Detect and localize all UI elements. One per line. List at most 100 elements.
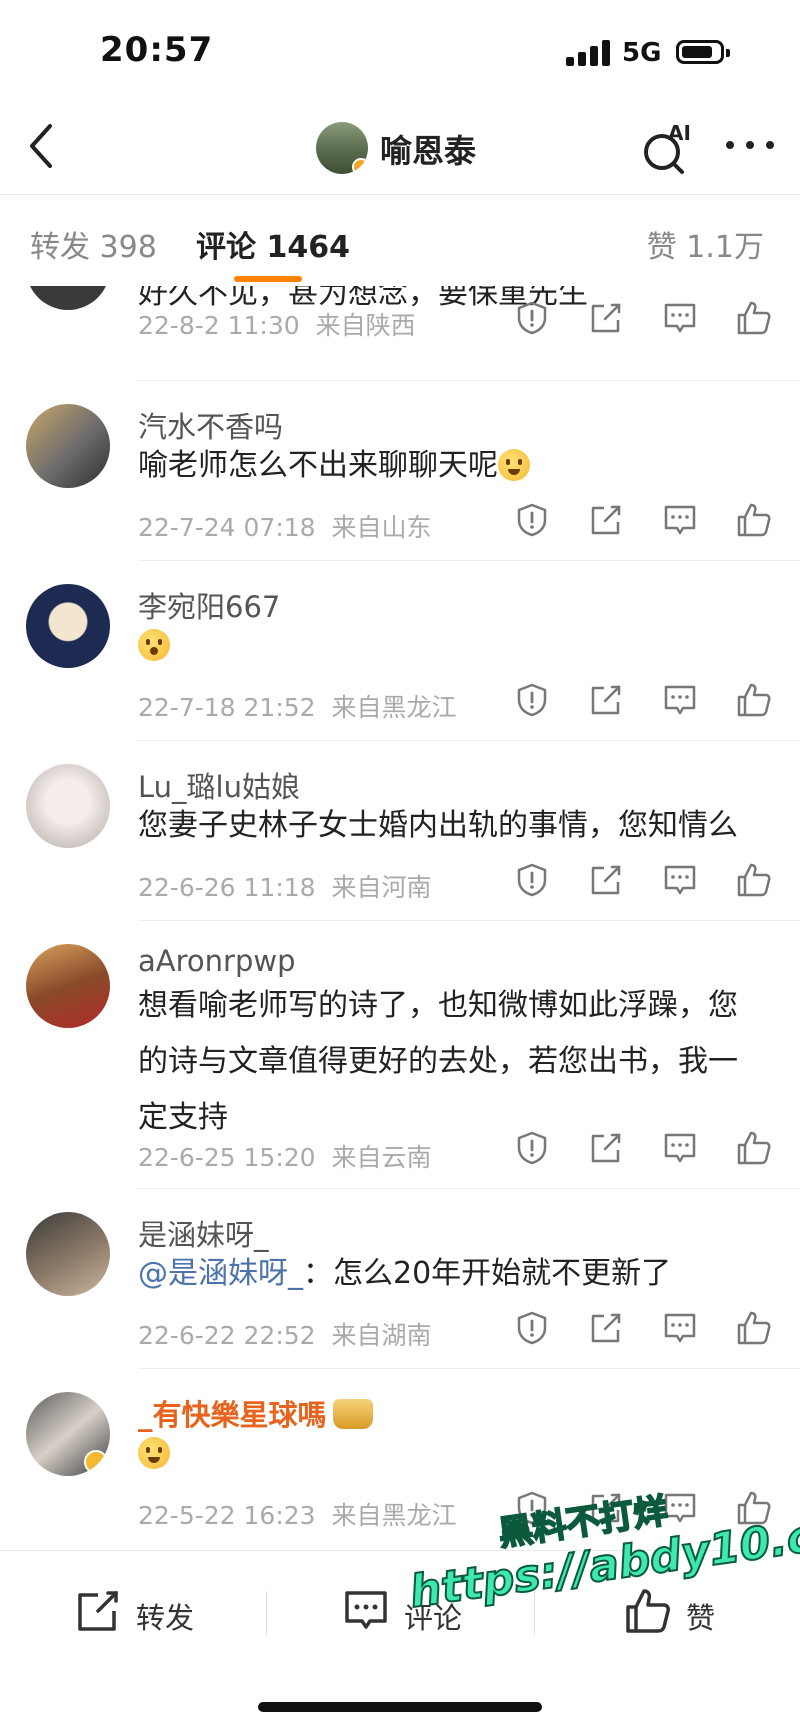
share-button[interactable] bbox=[588, 1130, 624, 1166]
crown-badge-icon bbox=[332, 1399, 373, 1429]
ai-label: AI bbox=[668, 121, 691, 145]
share-icon bbox=[591, 1133, 621, 1163]
back-button[interactable] bbox=[22, 118, 62, 174]
report-button[interactable] bbox=[514, 502, 550, 538]
grimace-emoji-icon bbox=[138, 1437, 170, 1469]
avatar[interactable] bbox=[26, 1392, 110, 1476]
comment-meta: 22-7-18 21:52 来自黑龙江 bbox=[138, 688, 457, 724]
more-button[interactable] bbox=[722, 130, 778, 160]
reply-button[interactable] bbox=[662, 300, 698, 336]
comment-source: 来自湖南 bbox=[331, 1321, 432, 1350]
tab-bar: 转发 398 评论 1464 赞 1.1万 bbox=[0, 196, 800, 286]
share-button[interactable] bbox=[588, 682, 624, 718]
avatar[interactable] bbox=[26, 944, 110, 1028]
tab-like[interactable]: 赞 1.1万 bbox=[647, 222, 764, 266]
more-dots-icon bbox=[726, 141, 774, 149]
page-title[interactable]: 喻恩泰 bbox=[380, 126, 476, 172]
signal-icon bbox=[566, 40, 610, 66]
list-item: 是涵妹呀_ @是涵妹呀_：怎么20年开始就不更新了 22-6-22 22:52 … bbox=[0, 1190, 800, 1370]
reply-button[interactable] bbox=[662, 862, 698, 898]
repost-button[interactable]: 转发 bbox=[74, 1587, 204, 1637]
comment-text: 想看喻老师写的诗了，也知微博如此浮躁，您的诗与文章值得更好的去处，若您出书，我一… bbox=[138, 988, 738, 1135]
thumbs-up-button[interactable] bbox=[736, 862, 772, 898]
surprised-emoji-icon bbox=[138, 629, 170, 661]
comment-source: 来自云南 bbox=[331, 1143, 432, 1172]
comment-time: 22-7-18 21:52 bbox=[138, 693, 316, 722]
report-button[interactable] bbox=[514, 862, 550, 898]
thumbs-up-icon bbox=[737, 1131, 771, 1165]
comment-meta: 22-6-22 22:52 来自湖南 bbox=[138, 1316, 432, 1352]
verified-badge-icon bbox=[352, 158, 368, 174]
comment-body: ：怎么20年开始就不更新了 bbox=[303, 1256, 672, 1291]
comment-icon bbox=[345, 1591, 387, 1629]
comment-meta: 22-6-25 15:20 来自云南 bbox=[138, 1138, 432, 1174]
comment-actions bbox=[514, 502, 776, 542]
tab-comment[interactable]: 评论 1464 bbox=[196, 222, 350, 266]
tab-repost[interactable]: 转发 398 bbox=[30, 222, 157, 266]
comment-actions bbox=[514, 1310, 776, 1350]
mention-link[interactable]: @是涵妹呀_ bbox=[138, 1256, 303, 1291]
comment-time: 22-6-22 22:52 bbox=[138, 1321, 316, 1350]
divider bbox=[138, 1188, 800, 1189]
comment-actions bbox=[514, 1130, 776, 1170]
comment-source: 来自河南 bbox=[331, 873, 432, 902]
battery-icon bbox=[676, 40, 730, 64]
reply-icon bbox=[664, 865, 696, 895]
thumbs-up-button[interactable] bbox=[736, 1130, 772, 1166]
status-time: 20:57 bbox=[100, 30, 214, 70]
thumbs-up-button[interactable] bbox=[736, 682, 772, 718]
share-icon bbox=[591, 505, 621, 535]
divider bbox=[138, 380, 800, 381]
divider bbox=[0, 194, 800, 195]
comment-time: 22-8-2 11:30 bbox=[138, 311, 300, 340]
avatar[interactable] bbox=[26, 764, 110, 848]
report-button[interactable] bbox=[514, 300, 550, 336]
tab-active-indicator bbox=[234, 276, 302, 282]
share-button[interactable] bbox=[588, 300, 624, 336]
divider bbox=[138, 740, 800, 741]
network-type: 5G bbox=[622, 38, 662, 68]
thumbs-up-icon bbox=[737, 863, 771, 897]
reply-icon bbox=[664, 303, 696, 333]
ai-search-icon: AI bbox=[644, 121, 691, 174]
reply-icon bbox=[664, 505, 696, 535]
comment-username[interactable]: aAronrpwp bbox=[138, 944, 295, 978]
reply-button[interactable] bbox=[662, 1130, 698, 1166]
report-button[interactable] bbox=[514, 1310, 550, 1346]
comment-actions bbox=[514, 862, 776, 902]
comment-time: 22-5-22 16:23 bbox=[138, 1501, 316, 1530]
comment-list[interactable]: 好久不见，甚为想念，要保重先生 22-8-2 11:30 来自陕西 汽水不香吗 … bbox=[0, 286, 800, 1548]
comment-meta: 22-8-2 11:30 来自陕西 bbox=[138, 306, 416, 342]
thumbs-up-icon bbox=[737, 301, 771, 335]
reply-button[interactable] bbox=[662, 1310, 698, 1346]
reply-button[interactable] bbox=[662, 502, 698, 538]
report-button[interactable] bbox=[514, 682, 550, 718]
list-item: 好久不见，甚为想念，要保重先生 22-8-2 11:30 来自陕西 bbox=[0, 286, 800, 382]
comment-text: @是涵妹呀_：怎么20年开始就不更新了 bbox=[138, 1246, 758, 1302]
avatar[interactable] bbox=[26, 404, 110, 488]
thumbs-up-button[interactable] bbox=[736, 1310, 772, 1346]
report-icon bbox=[517, 503, 547, 537]
comment-text: 喻老师怎么不出来聊聊天呢 bbox=[138, 438, 758, 494]
share-button[interactable] bbox=[588, 1310, 624, 1346]
thumbs-up-button[interactable] bbox=[736, 502, 772, 538]
reply-button[interactable] bbox=[662, 682, 698, 718]
list-item: 汽水不香吗 喻老师怎么不出来聊聊天呢 22-7-24 07:18 来自山东 bbox=[0, 382, 800, 562]
comment-actions bbox=[514, 300, 776, 340]
avatar[interactable] bbox=[316, 122, 368, 174]
report-button[interactable] bbox=[514, 1130, 550, 1166]
share-button[interactable] bbox=[588, 862, 624, 898]
reply-icon bbox=[664, 1133, 696, 1163]
list-item: 李宛阳667 22-7-18 21:52 来自黑龙江 bbox=[0, 562, 800, 742]
share-button[interactable] bbox=[588, 502, 624, 538]
thumbs-up-icon bbox=[737, 683, 771, 717]
share-icon bbox=[78, 1591, 118, 1631]
avatar[interactable] bbox=[26, 584, 110, 668]
thumbs-up-button[interactable] bbox=[736, 300, 772, 336]
report-icon bbox=[517, 301, 547, 335]
avatar[interactable] bbox=[26, 1212, 110, 1296]
avatar[interactable] bbox=[26, 286, 110, 310]
chevron-left-icon bbox=[30, 124, 52, 168]
ai-search-button[interactable]: AI bbox=[638, 118, 698, 178]
home-indicator[interactable] bbox=[258, 1702, 542, 1712]
